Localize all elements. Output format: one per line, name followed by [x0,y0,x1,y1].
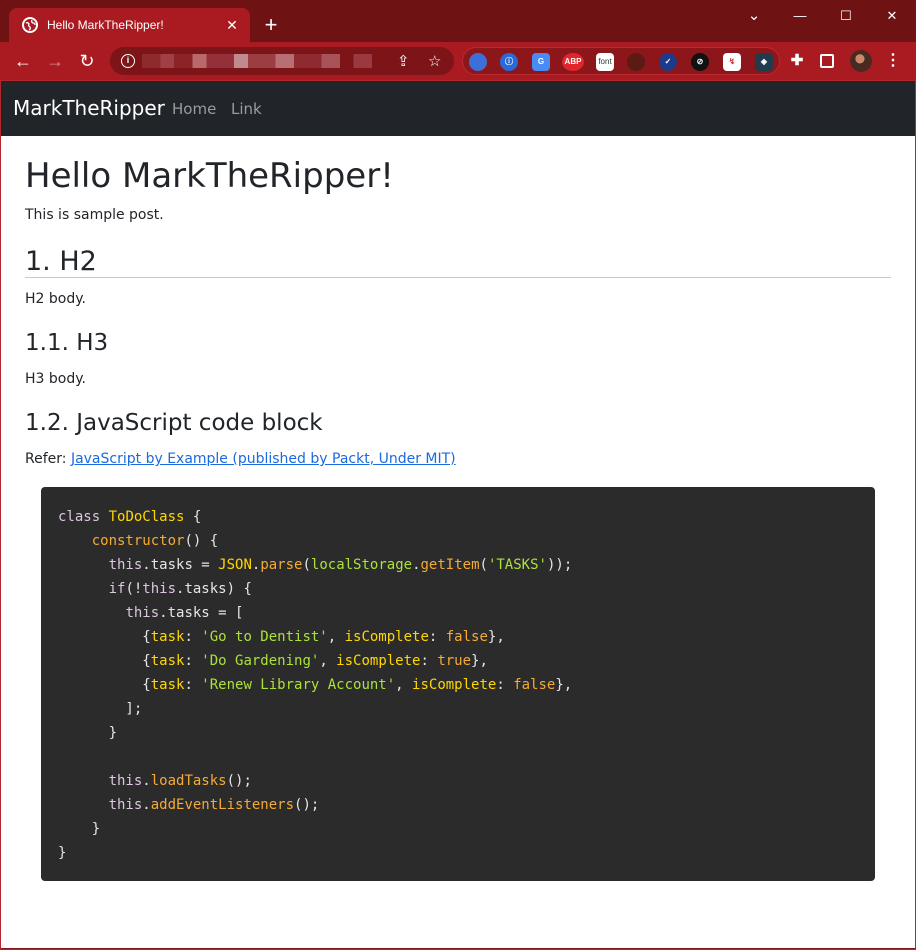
address-bar[interactable]: i ⇪ ☆ [110,47,454,75]
code-line: ]; [58,701,143,717]
bookmark-star-icon[interactable]: ☆ [428,52,441,70]
extension-cube-icon[interactable]: ◈ [755,53,773,71]
code-line: constructor() { [91,533,219,549]
new-tab-button[interactable]: + [260,14,282,36]
code-token: loadTasks [150,773,227,789]
browser-toolbar: ← → ↻ i ⇪ ☆ ⓘ G ABP font ✓ ⊘ ↯ ◈ ✚ ⋮ [0,42,916,80]
code-token: this [108,773,143,789]
code-line: } [58,845,67,861]
code-token: class [58,509,101,525]
code-line: if(!this.tasks) { [108,581,252,597]
globe-icon [22,17,38,33]
code-token: isComplete [344,629,429,645]
code-line: {task: 'Renew Library Account', isComple… [58,677,573,693]
code-token: if [108,581,126,597]
code-token: addEventListeners [150,797,295,813]
code-token: localStorage [310,557,413,573]
page-viewport: MarkTheRipper Home Link Hello MarkTheRip… [1,80,915,948]
refer-line: Refer: JavaScript by Example (published … [25,451,456,467]
refer-label: Refer: [25,451,71,467]
extension-translate-icon[interactable]: G [532,53,550,71]
extensions-group: ⓘ G ABP font ✓ ⊘ ↯ ◈ [462,47,780,75]
browser-menu-icon[interactable]: ⋮ [884,52,902,70]
code-token: this [108,557,143,573]
forward-icon[interactable]: → [44,50,66,72]
heading-code-block: 1.2. JavaScript code block [25,410,323,436]
post-title: Hello MarkTheRipper! [25,156,394,196]
code-line: } [58,821,101,837]
heading-h2: 1. H2 [25,246,97,277]
maximize-icon[interactable]: ☐ [826,4,866,28]
share-icon[interactable]: ⇪ [397,52,410,70]
code-token: this [125,605,160,621]
extension-password-icon[interactable]: ⓘ [500,53,518,71]
reload-icon[interactable]: ↻ [76,50,98,72]
code-token: true [437,653,472,669]
heading-divider [25,277,891,278]
code-token: task [150,629,185,645]
code-token: JSON [218,557,252,573]
code-line: this.tasks = JSON.parse(localStorage.get… [108,557,573,573]
extensions-area: ⓘ G ABP font ✓ ⊘ ↯ ◈ ✚ ⋮ [462,47,912,75]
extension-font-icon[interactable]: font [596,53,614,71]
code-token: isComplete [336,653,421,669]
nav-link-link[interactable]: Link [231,100,262,118]
tab-title: Hello MarkTheRipper! [47,18,164,32]
h3-body: H3 body. [25,371,86,387]
code-line: {task: 'Go to Dentist', isComplete: fals… [58,629,505,645]
code-token: false [445,629,488,645]
code-token: constructor [91,533,185,549]
code-token: 'Go to Dentist' [201,629,328,645]
code-token: 'TASKS' [487,557,547,573]
code-line: this.tasks = [ [125,605,244,621]
code-line: {task: 'Do Gardening', isComplete: true}… [58,653,488,669]
extension-disable-icon[interactable]: ⊘ [691,53,709,71]
close-tab-icon[interactable]: ✕ [224,17,240,34]
obscured-url [142,54,372,68]
h2-body: H2 body. [25,291,86,307]
close-window-icon[interactable]: ✕ [872,4,912,28]
code-token: 'Renew Library Account' [201,677,396,693]
code-token: false [513,677,556,693]
code-text: class ToDoClass { constructor() { this.t… [58,505,572,865]
code-token: 'Do Gardening' [201,653,320,669]
profile-avatar[interactable] [850,50,872,72]
code-token: ToDoClass [108,509,185,525]
nav-link-home[interactable]: Home [172,100,216,118]
extension-adblock-icon[interactable]: ABP [562,53,584,71]
extension-check-icon[interactable]: ✓ [659,53,677,71]
extension-graph-icon[interactable]: ↯ [723,53,741,71]
browser-tab[interactable]: Hello MarkTheRipper! ✕ [9,8,250,42]
code-line: this.addEventListeners(); [108,797,320,813]
back-icon[interactable]: ← [12,50,34,72]
refer-link[interactable]: JavaScript by Example (published by Pack… [71,451,456,467]
side-panel-icon[interactable] [820,54,834,68]
code-line: class ToDoClass { [58,509,202,525]
extension-shield-icon[interactable] [469,53,487,71]
code-token: task [150,677,185,693]
code-token: isComplete [412,677,497,693]
code-token: this [142,581,177,597]
site-navbar: MarkTheRipper Home Link [1,80,915,136]
post-intro: This is sample post. [25,207,164,223]
code-token: getItem [420,557,480,573]
code-token: parse [260,557,303,573]
heading-h3: 1.1. H3 [25,330,109,356]
code-line: } [58,725,118,741]
minimize-icon[interactable]: — [780,4,820,28]
site-info-icon[interactable]: i [121,54,135,68]
code-line: this.loadTasks(); [108,773,252,789]
code-token: this [108,797,143,813]
tab-search-icon[interactable]: ⌄ [734,4,774,28]
code-block: class ToDoClass { constructor() { this.t… [41,487,875,881]
extensions-puzzle-icon[interactable]: ✚ [788,52,806,70]
extension-mask-icon[interactable] [627,53,645,71]
code-token: task [150,653,185,669]
browser-titlebar: Hello MarkTheRipper! ✕ + ⌄ — ☐ ✕ [0,0,916,42]
site-brand[interactable]: MarkTheRipper [13,96,165,120]
